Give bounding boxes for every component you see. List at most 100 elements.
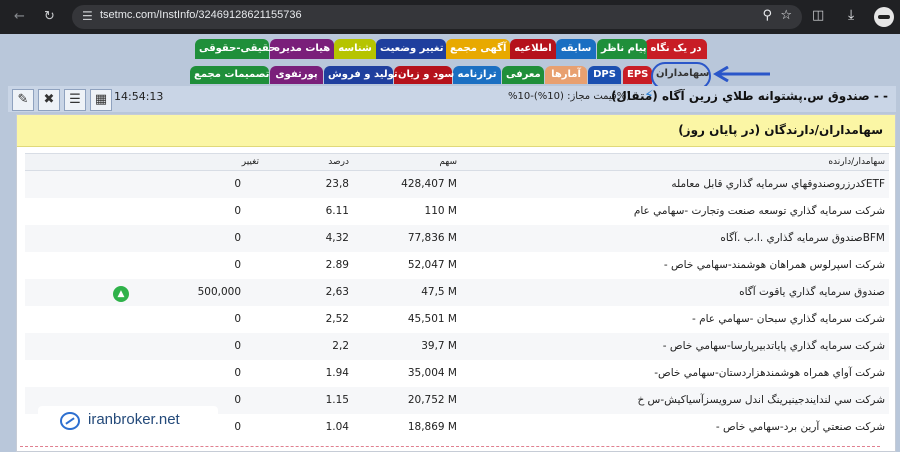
share-change: 0	[234, 232, 241, 244]
share-percent: 23,8	[325, 178, 349, 190]
share-percent: 1.15	[325, 394, 349, 406]
url-text[interactable]: tsetmc.com/InstInfo/32469128621155736	[100, 9, 302, 21]
table-view-icon[interactable]: ☰	[64, 89, 86, 111]
watermark-text: iranbroker.net	[88, 411, 180, 428]
tab-statistics[interactable]: آمارها	[545, 66, 587, 84]
share-change: 0	[234, 421, 241, 433]
share-change: 0	[234, 205, 241, 217]
back-arrow-icon[interactable]: ←	[14, 9, 25, 24]
share-percent: 2,52	[325, 313, 349, 325]
notes-icon[interactable]: ✎	[12, 89, 34, 111]
share-count: 45,501 M	[407, 313, 457, 325]
extensions-icon[interactable]: ◫	[812, 8, 824, 23]
table-row[interactable]: شركت سرمايه گذاري توسعه صنعت وتجارت -سها…	[25, 198, 889, 225]
tab-status-change[interactable]: تغییر وضعیت	[376, 39, 446, 59]
table-row[interactable]: ETFكدرزروصندوقهاي سرمايه گذاري قابل معام…	[25, 171, 889, 198]
share-percent: 6.11	[325, 205, 349, 217]
share-count: 20,752 M	[407, 394, 457, 406]
shareholder-name: BFMصندوق سرمايه گذاري .ا.ب .آگاه	[720, 232, 885, 244]
share-percent: 1.04	[325, 421, 349, 433]
share-change: 0	[234, 340, 241, 352]
column-header-name[interactable]: سهامدار/دارنده	[828, 157, 885, 167]
share-change: 0	[234, 178, 241, 190]
share-percent: 2,2	[332, 340, 349, 352]
address-bar[interactable]: ☰ tsetmc.com/InstInfo/32469128621155736 …	[72, 5, 802, 29]
watermark-logo: iranbroker.net	[38, 406, 218, 436]
tab-portfolio[interactable]: پورتفوی	[270, 66, 323, 84]
shareholder-name: شركت سرمايه گذاري پاياتدبيرپارسا-سهامي خ…	[662, 340, 885, 352]
tab-assembly-notice[interactable]: آگهی مجمع	[446, 39, 510, 59]
fund-title: صندوق س.پشتوانه طلاي زرين آگاه (متقال) -…	[610, 89, 888, 103]
bookmark-star-icon[interactable]: ☆	[780, 8, 792, 23]
shareholder-name: شركت سرمايه گذاري سبحان -سهامي عام -	[691, 313, 885, 325]
table-row[interactable]: BFMصندوق سرمايه گذاري .ا.ب .آگاه 77,836 M…	[25, 225, 889, 252]
share-percent: 4,32	[325, 232, 349, 244]
share-count: 77,836 M	[407, 232, 457, 244]
compare-tools-icon[interactable]: ✖	[38, 89, 60, 111]
share-count: 110 M	[424, 205, 457, 217]
share-change: 0	[234, 259, 241, 271]
tab-individual-legal[interactable]: حقیقی-حقوقی	[195, 39, 276, 59]
table-body: ETFكدرزروصندوقهاي سرمايه گذاري قابل معام…	[25, 171, 889, 441]
share-change: 0	[234, 367, 241, 379]
share-percent: 1.94	[325, 367, 349, 379]
column-header-shares[interactable]: سهم	[439, 157, 457, 167]
table-row[interactable]: شركت آواي همراه هوشمندهزاردستان-سهامي خا…	[25, 360, 889, 387]
share-change: 500,000	[197, 286, 241, 298]
share-count: 18,869 M	[407, 421, 457, 433]
last-update-time: 14:54:13	[114, 90, 164, 103]
share-count: 39,7 M	[421, 340, 457, 352]
column-header-change[interactable]: تغییر	[242, 157, 259, 167]
tab-board-of-directors[interactable]: هیات مدیره	[270, 39, 334, 59]
shareholder-name: شركت اسپرلوس همراهان هوشمند-سهامي خاص -	[663, 259, 885, 271]
share-count: 35,004 M	[407, 367, 457, 379]
footer-divider	[20, 446, 880, 452]
table-row[interactable]: شركت سرمايه گذاري سبحان -سهامي عام - 45,5…	[25, 306, 889, 333]
column-header-percent[interactable]: درصد	[328, 157, 349, 167]
table-row[interactable]: شركت سرمايه گذاري پاياتدبيرپارسا-سهامي خ…	[25, 333, 889, 360]
table-row[interactable]: صندوق سرمايه گذاري ياقوت آگاه 47,5 M 2,63 5…	[25, 279, 889, 306]
growth-chart-icon	[60, 412, 80, 430]
table-header-row: سهامدار/دارنده سهم درصد تغییر	[25, 153, 889, 171]
panel-title: سهامداران/دارندگان (در پایان روز)	[678, 123, 883, 137]
chart-icon[interactable]: ▦	[90, 89, 112, 111]
tab-profit-loss[interactable]: سود و زیان	[394, 66, 454, 84]
tab-assembly-decisions[interactable]: تصمیمات مجمع	[190, 66, 269, 84]
profile-avatar[interactable]	[874, 7, 894, 27]
shareholder-name: صندوق سرمايه گذاري ياقوت آگاه	[739, 286, 885, 298]
share-count: 428,407 M	[401, 178, 457, 190]
shareholder-name: شركت صنعتي آرين برد-سهامي خاص -	[715, 421, 885, 433]
share-count: 47,5 M	[421, 286, 457, 298]
tab-introduction[interactable]: معرفی	[502, 66, 544, 84]
tab-supervisor-message[interactable]: پیام ناظر	[597, 39, 647, 59]
browser-toolbar: ← ↻ ☰ tsetmc.com/InstInfo/32469128621155…	[0, 0, 900, 34]
shareholder-name: شركت سرمايه گذاري توسعه صنعت وتجارت -سها…	[633, 205, 885, 217]
highlight-arrow-icon	[713, 66, 770, 82]
shareholder-name: ETFكدرزروصندوقهاي سرمايه گذاري قابل معام…	[671, 178, 885, 190]
share-change: 0	[234, 394, 241, 406]
share-count: 52,047 M	[407, 259, 457, 271]
download-icon[interactable]: ⤓	[848, 7, 854, 23]
table-row[interactable]: شركت اسپرلوس همراهان هوشمند-سهامي خاص - 5…	[25, 252, 889, 279]
tab-balance-sheet[interactable]: ترازنامه	[453, 66, 501, 84]
shareholder-name: شركت آواي همراه هوشمندهزاردستان-سهامي خا…	[654, 367, 885, 379]
shareholders-table: سهامدار/دارنده سهم درصد تغییر ETFكدرزروص…	[25, 153, 889, 441]
tab-eps[interactable]: EPS	[623, 66, 652, 84]
tab-dps[interactable]: DPS	[588, 66, 621, 84]
share-percent: 2.89	[325, 259, 349, 271]
panel-header: سهامداران/دارندگان (در پایان روز)	[17, 115, 895, 147]
tab-notices[interactable]: اطلاعیه	[510, 39, 556, 59]
shareholder-name: شركت سي لندايندجينيرينگ اندل سرويسزآسياك…	[637, 394, 885, 406]
tab-history[interactable]: سابقه	[556, 39, 596, 59]
tab-at-a-glance[interactable]: در یک نگاه	[645, 39, 707, 59]
increase-chevron-icon[interactable]: ▲	[113, 286, 129, 302]
instrument-info-bar: ✎ ✖ ☰ ▦ 14:54:13 %قیمت مجاز: (10%)-10%) …	[8, 86, 896, 112]
zoom-icon[interactable]: ⚲	[762, 8, 772, 23]
share-change: 0	[234, 313, 241, 325]
site-info-icon[interactable]: ☰	[82, 9, 93, 23]
tab-identifier[interactable]: شناسه	[334, 39, 376, 59]
share-percent: 2,63	[325, 286, 349, 298]
shareholders-panel: سهامداران/دارندگان (در پایان روز) سهامدا…	[16, 114, 896, 452]
tab-production-sales[interactable]: تولید و فروش	[324, 66, 398, 84]
reload-icon[interactable]: ↻	[44, 9, 55, 24]
